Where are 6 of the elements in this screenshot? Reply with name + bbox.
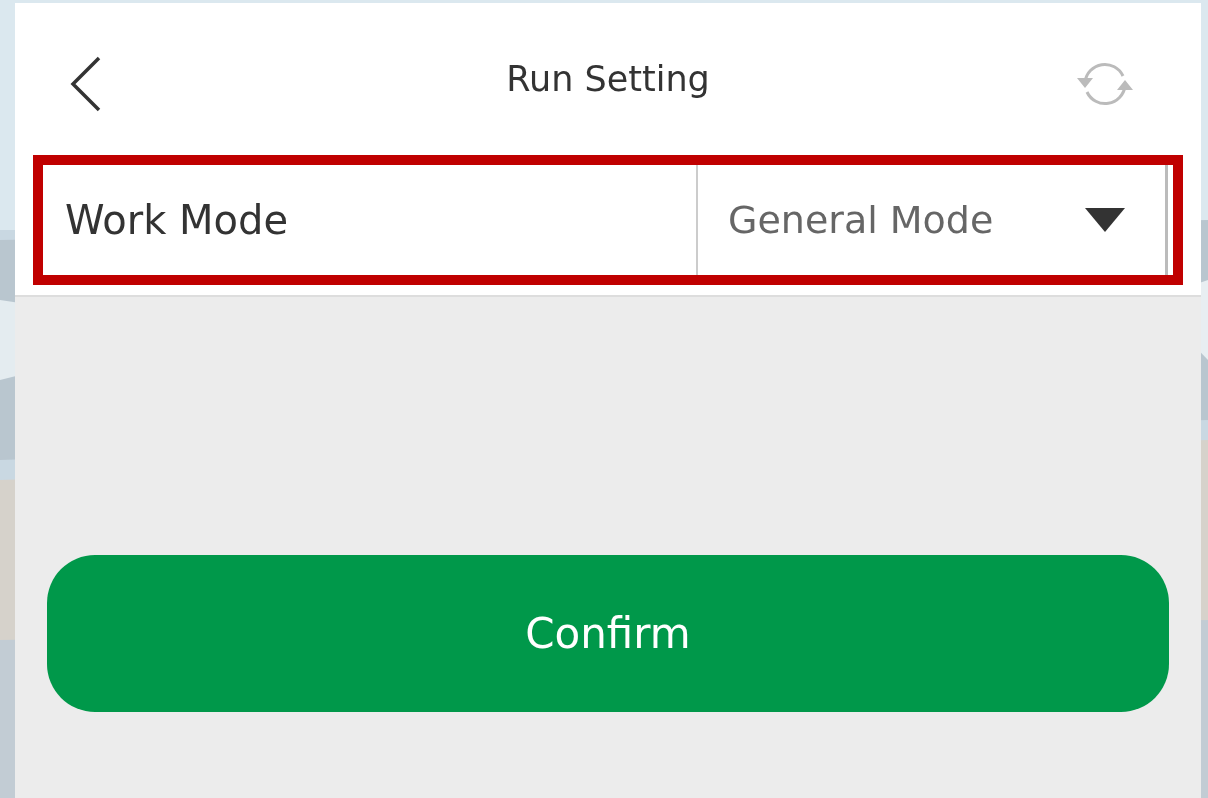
- back-icon[interactable]: [70, 56, 102, 112]
- setting-label: Work Mode: [65, 197, 289, 243]
- screen-title: Run Setting: [506, 59, 710, 99]
- mode-dropdown[interactable]: General Mode: [696, 165, 1168, 275]
- confirm-button[interactable]: Confirm: [47, 555, 1169, 712]
- caret-icon: [1085, 208, 1125, 232]
